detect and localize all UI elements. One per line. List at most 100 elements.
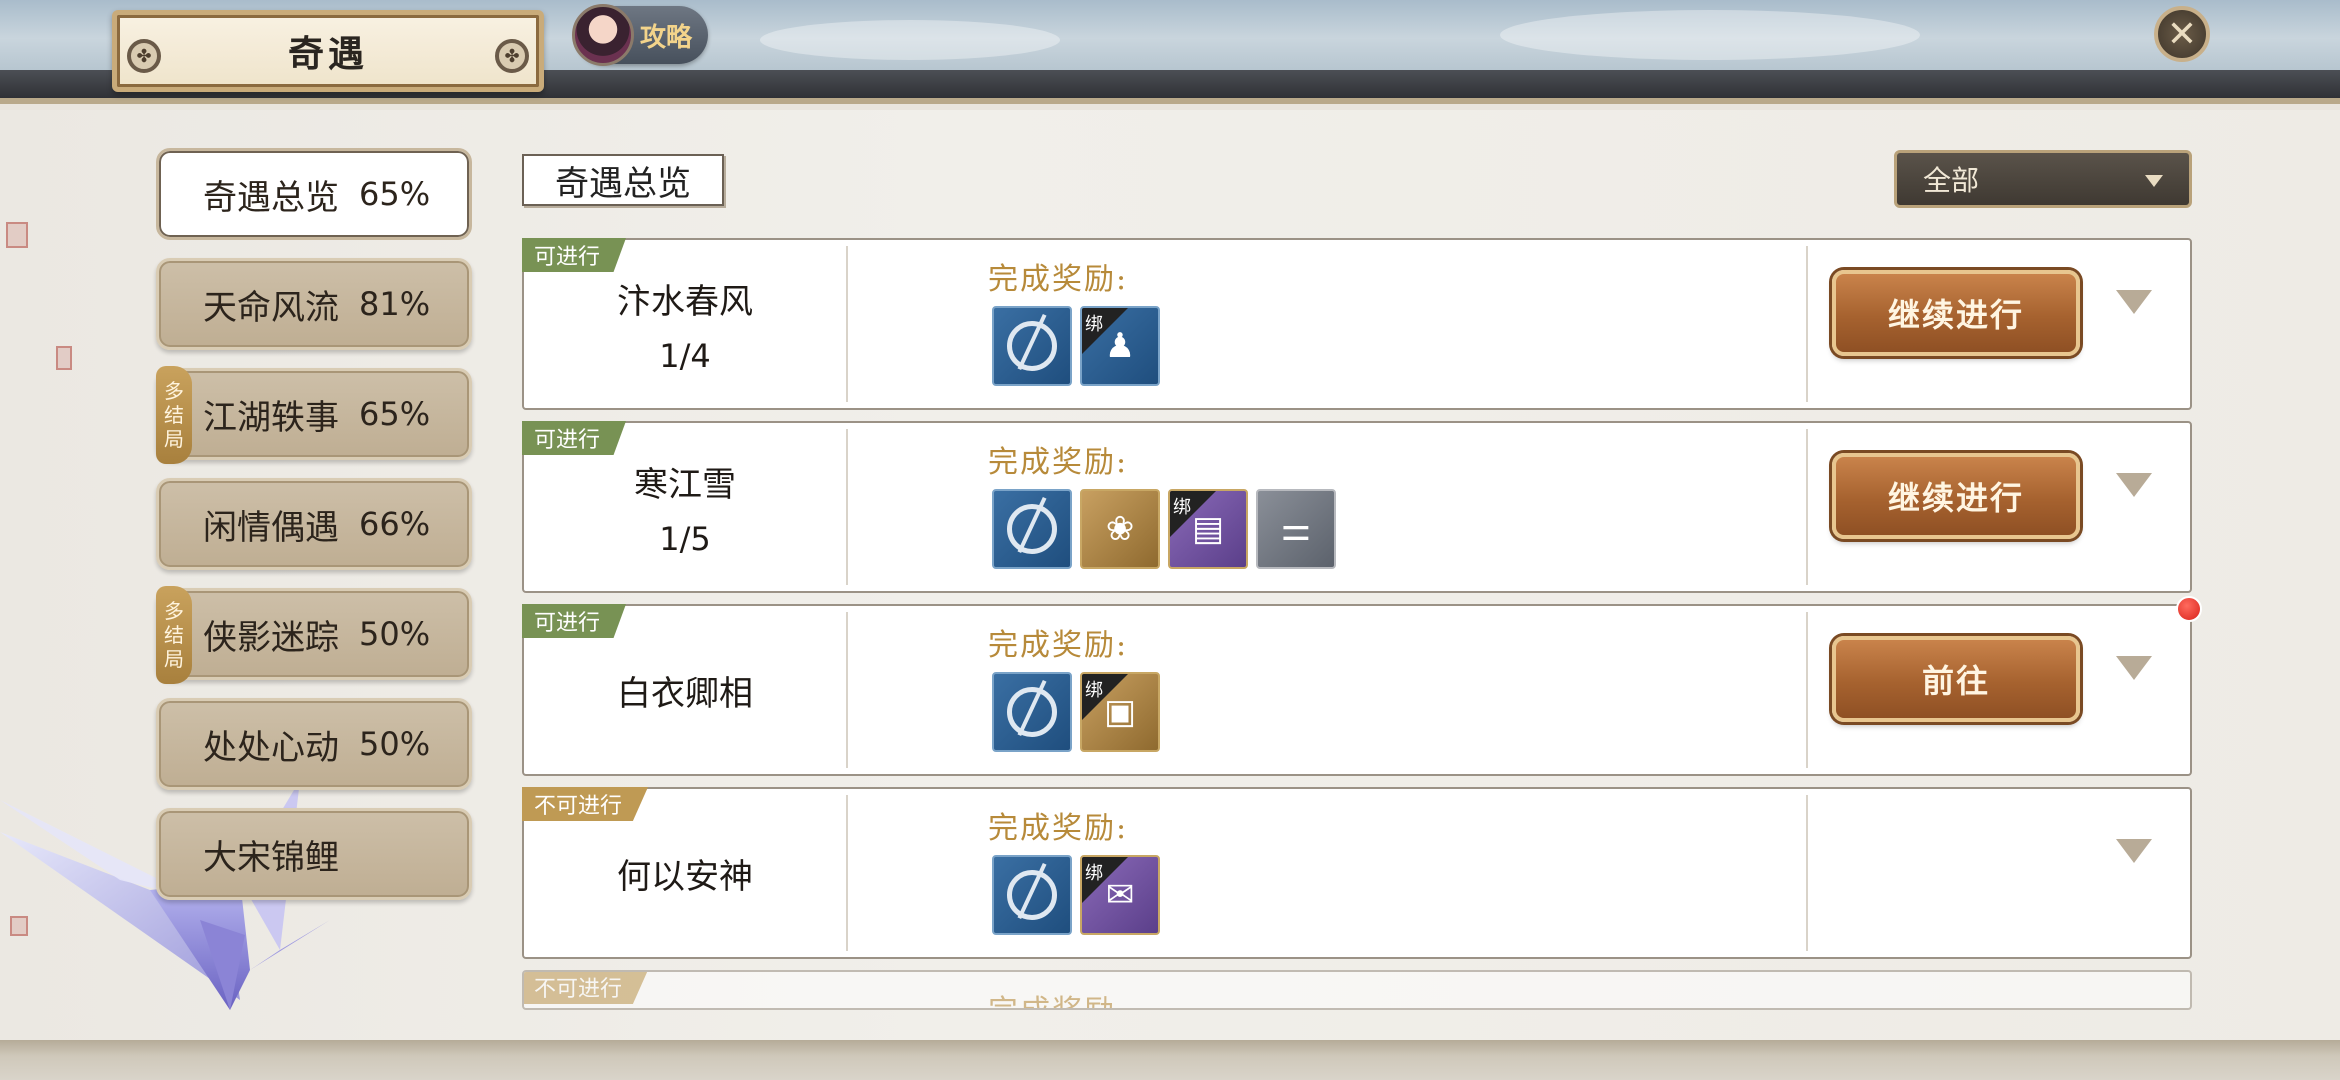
badge-char: 局 (164, 427, 184, 451)
guide-label: 攻略 (640, 22, 693, 53)
cloud-decoration (760, 20, 1060, 60)
sidebar-item-label: 江湖轶事 (203, 397, 339, 438)
badge-char: 多 (164, 379, 184, 403)
adventure-card[interactable]: 可进行 寒江雪 1/5 完成奖励: ❀ 绑 ▤ ⚌ 继续进行 (522, 421, 2192, 593)
title-plaque: ✤ 奇遇 ✤ (112, 10, 544, 92)
reward-item-icon[interactable] (992, 306, 1072, 386)
sidebar-item-leisure[interactable]: 闲情偶遇 66% (156, 478, 472, 570)
divider (1806, 429, 1808, 585)
scroll-icon: ✉ (1105, 875, 1135, 915)
badge-char: 结 (164, 403, 184, 427)
adventure-name-block: 寒江雪 1/5 (524, 423, 846, 591)
reward-item-icon[interactable]: 绑 ▤ (1168, 489, 1248, 569)
close-icon: ✕ (2166, 13, 2198, 55)
adventure-card[interactable]: 可进行 汴水春风 1/4 完成奖励: 绑 ♟ 继续进行 (522, 238, 2192, 410)
filter-value: 全部 (1923, 164, 1980, 197)
sidebar-item-xiaying[interactable]: 侠影迷踪 50% (156, 588, 472, 680)
adventure-progress: 1/5 (659, 519, 711, 558)
divider (1806, 795, 1808, 951)
adventure-progress: 1/4 (659, 336, 711, 375)
adventure-card[interactable]: 不可进行 完成奖励: (522, 970, 2192, 1010)
reward-label: 完成奖励: (988, 262, 1129, 297)
adventure-name: 白衣卿相 (617, 673, 753, 714)
divider (846, 612, 848, 768)
sidebar-item-percent: 81% (359, 285, 431, 323)
ring-icon (1007, 870, 1057, 920)
close-button[interactable]: ✕ (2154, 6, 2210, 62)
sidebar-item-jianghu[interactable]: 江湖轶事 65% (156, 368, 472, 460)
sidebar-item-label: 闲情偶遇 (203, 507, 339, 548)
reward-icons: ❀ 绑 ▤ ⚌ (992, 489, 1336, 569)
sidebar-item-label: 天命风流 (203, 287, 339, 328)
reward-item-icon[interactable]: 绑 ♟ (1080, 306, 1160, 386)
continue-button[interactable]: 继续进行 (1832, 453, 2080, 539)
ring-icon (1007, 504, 1057, 554)
chevron-down-icon (2145, 175, 2163, 187)
goto-button[interactable]: 前往 (1832, 636, 2080, 722)
seal-stamp (56, 346, 72, 370)
ring-icon (1007, 687, 1057, 737)
figurine-icon: ♟ (1104, 326, 1136, 366)
divider (1806, 246, 1808, 402)
sidebar-item-label: 侠影迷踪 (203, 617, 339, 658)
adventure-card[interactable]: 可进行 白衣卿相 完成奖励: 绑 ▣ 前往 (522, 604, 2192, 776)
sidebar-item-heartbeat[interactable]: 处处心动 50% (156, 698, 472, 790)
scroll-icon: ⚌ (1280, 509, 1312, 549)
multi-ending-badge: 多 结 局 (156, 366, 192, 464)
reward-item-icon[interactable]: 绑 ✉ (1080, 855, 1160, 935)
cloud-decoration (1500, 10, 1920, 60)
expand-arrow-icon[interactable] (2116, 473, 2152, 497)
page-title: 奇遇 (287, 33, 368, 75)
guide-button[interactable]: 攻略 (572, 4, 708, 66)
sidebar-item-percent: 65% (359, 175, 431, 213)
reward-item-icon[interactable]: 绑 ▣ (1080, 672, 1160, 752)
badge-char: 局 (164, 647, 184, 671)
sidebar-item-label: 大宋锦鲤 (203, 837, 339, 878)
seal-stamp (6, 222, 28, 248)
expand-arrow-icon[interactable] (2116, 656, 2152, 680)
status-badge: 不可进行 (524, 972, 649, 1004)
reward-label: 完成奖励: (988, 986, 1128, 1008)
expand-arrow-icon[interactable] (2116, 290, 2152, 314)
reward-item-icon[interactable] (992, 489, 1072, 569)
divider (846, 246, 848, 402)
knot-icon: ✤ (495, 39, 529, 73)
adventure-card[interactable]: 不可进行 何以安神 完成奖励: 绑 ✉ (522, 787, 2192, 959)
adventure-name: 汴水春风 (617, 281, 753, 322)
sidebar-item-percent: 66% (359, 505, 431, 543)
reward-item-icon[interactable]: ❀ (1080, 489, 1160, 569)
knot-icon: ✤ (127, 39, 161, 73)
badge-char: 结 (164, 623, 184, 647)
sidebar-item-overview[interactable]: 奇遇总览 65% (156, 148, 472, 240)
avatar (572, 4, 634, 66)
divider (846, 429, 848, 585)
reward-label: 完成奖励: (988, 445, 1129, 480)
sidebar-item-label: 奇遇总览 (203, 177, 339, 218)
sidebar-item-koi[interactable]: 大宋锦鲤 (156, 808, 472, 900)
sidebar-item-percent: 50% (359, 615, 431, 653)
notification-dot (2176, 596, 2202, 622)
multi-ending-badge: 多 结 局 (156, 586, 192, 684)
reward-item-icon[interactable] (992, 672, 1072, 752)
expand-arrow-icon[interactable] (2116, 839, 2152, 863)
adventure-name: 寒江雪 (634, 464, 736, 505)
sidebar-item-destiny[interactable]: 天命风流 81% (156, 258, 472, 350)
badge-char: 多 (164, 599, 184, 623)
adventure-name-block: 白衣卿相 (524, 606, 846, 774)
adventure-name: 何以安神 (617, 856, 753, 897)
reward-icons: 绑 ▣ (992, 672, 1160, 752)
reward-item-icon[interactable] (992, 855, 1072, 935)
sidebar-item-percent: 50% (359, 725, 431, 763)
reward-icons: 绑 ✉ (992, 855, 1160, 935)
ring-icon (1007, 321, 1057, 371)
filter-dropdown[interactable]: 全部 (1894, 150, 2192, 208)
divider (1806, 612, 1808, 768)
adventure-name-block: 汴水春风 1/4 (524, 240, 846, 408)
continue-button[interactable]: 继续进行 (1832, 270, 2080, 356)
reward-item-icon[interactable]: ⚌ (1256, 489, 1336, 569)
sidebar-item-percent: 65% (359, 395, 431, 433)
reward-label: 完成奖励: (988, 811, 1129, 846)
section-title: 奇遇总览 (522, 154, 724, 206)
reward-icons: 绑 ♟ (992, 306, 1160, 386)
reward-label: 完成奖励: (988, 628, 1129, 663)
